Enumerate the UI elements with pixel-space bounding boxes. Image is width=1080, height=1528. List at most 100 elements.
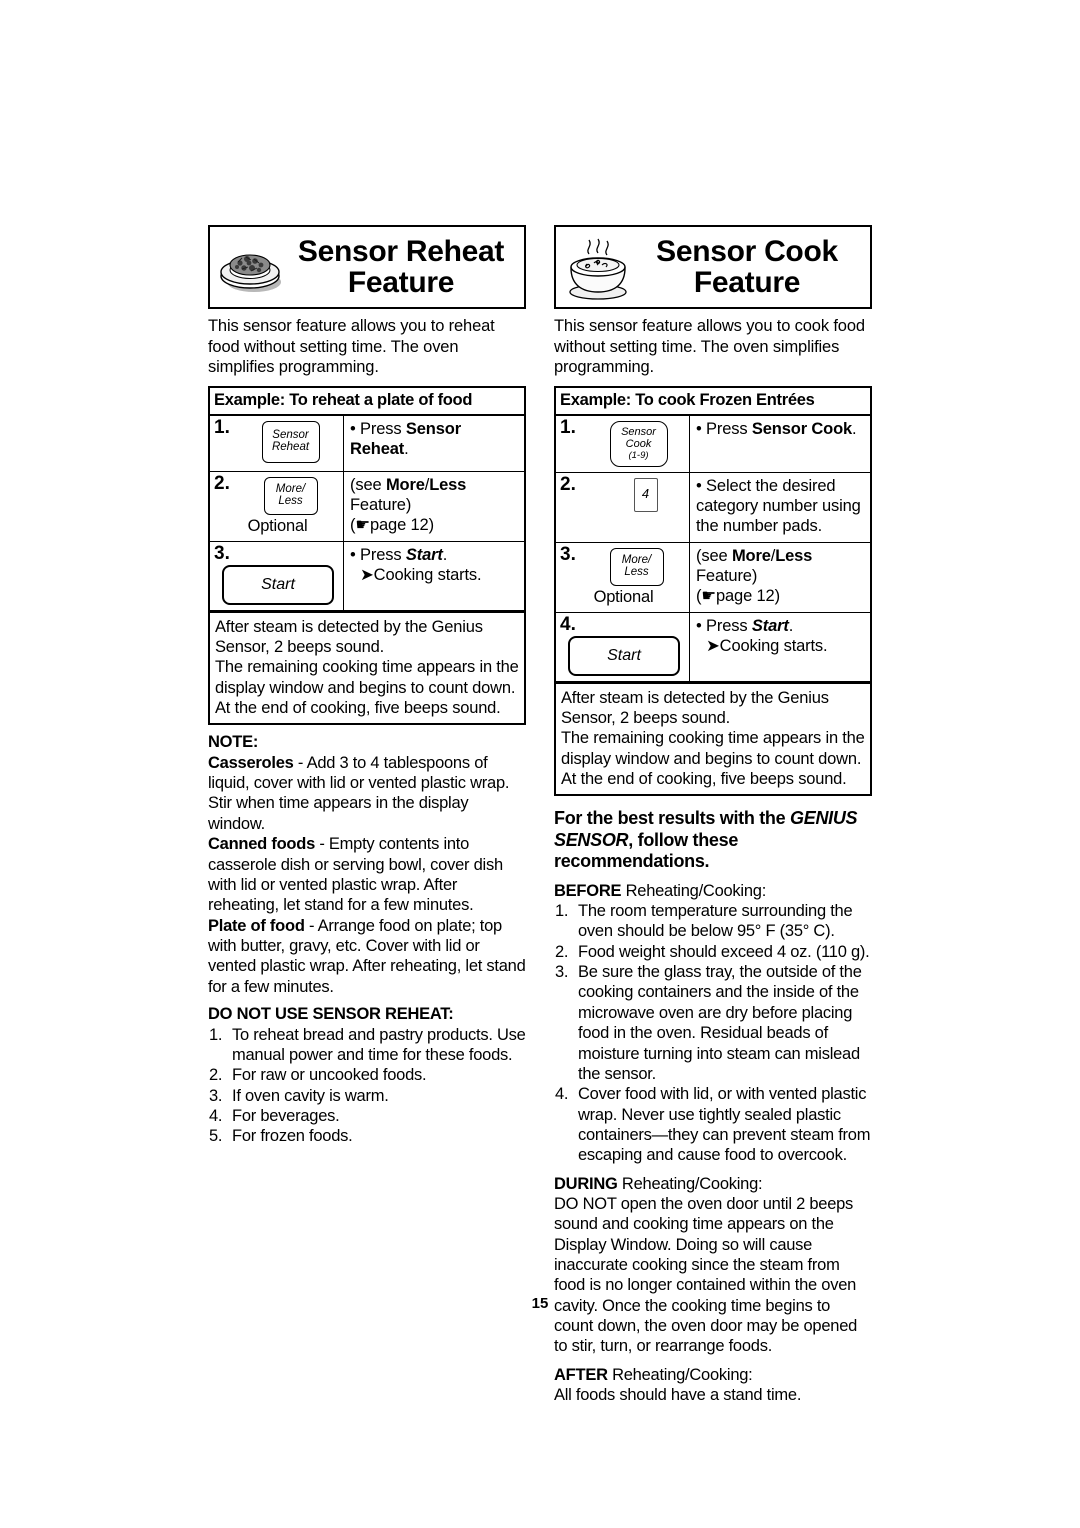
list-item: 5. For frozen foods.	[208, 1126, 526, 1146]
table-row: 2. 4 • Select the desired category numbe…	[556, 472, 870, 543]
during-heading: DURING Reheating/Cooking:	[554, 1175, 872, 1194]
item-text: To reheat bread and pastry products. Use…	[232, 1025, 526, 1064]
item-number: 2.	[209, 1066, 223, 1085]
item-text: Be sure the glass tray, the outside of t…	[578, 963, 862, 1083]
banner-title-line1: Sensor Cook	[656, 234, 838, 268]
banner-title: Sensor Cook Feature	[634, 234, 864, 299]
start-key[interactable]: Start	[222, 564, 334, 605]
list-item: 1. The room temperature surrounding the o…	[554, 901, 872, 942]
key-label-line1: More/	[275, 482, 306, 495]
see-prefix: (see	[696, 546, 732, 565]
note-item: Plate of food - Arrange food on plate; t…	[208, 916, 526, 998]
period: .	[788, 616, 794, 635]
number-pad-4-key[interactable]: 4	[633, 477, 658, 512]
item-text: The room temperature surrounding the ove…	[578, 901, 853, 941]
optional-label: Optional	[593, 587, 654, 606]
during-label: DURING	[554, 1174, 618, 1193]
note-item: Casseroles - Add 3 to 4 tablespoons of l…	[208, 753, 526, 835]
do-not-use-list: 1. To reheat bread and pastry products. U…	[208, 1025, 526, 1147]
feature-line: Feature)	[696, 567, 758, 585]
item-number: 3.	[555, 963, 569, 982]
more-less-key[interactable]: More/ Less	[609, 547, 664, 586]
table-row: 4. Start • Press Start. ➤Cooking starts.	[556, 612, 870, 682]
cooking-starts-line: ➤Cooking starts.	[360, 566, 482, 585]
left-column: Sensor Reheat Feature This sensor featur…	[208, 225, 526, 1147]
item-number: 4.	[209, 1107, 223, 1126]
step-instruction-cell: (see More/Less Feature) (☛page 12)	[344, 472, 524, 541]
item-number: 1.	[209, 1025, 223, 1044]
more-less-key[interactable]: More/ Less	[263, 476, 318, 515]
left-intro-text: This sensor feature allows you to reheat…	[208, 317, 495, 377]
sensor-cook-banner: Sensor Cook Feature	[554, 225, 872, 309]
steaming-bowl-icon	[560, 228, 634, 306]
note-term: Casseroles	[208, 753, 294, 772]
instruction-tail: .	[852, 419, 857, 438]
after-steam-note: After steam is detected by the Genius Se…	[210, 610, 524, 723]
list-item: 2. For raw or uncooked foods.	[208, 1065, 526, 1085]
page-reference: (☛page 12)	[696, 587, 780, 606]
more-bold: More	[731, 546, 771, 565]
less-bold: Less	[429, 475, 467, 494]
table-row: 3. Start • Press Start. ➤Cooking starts.	[210, 541, 524, 611]
step-number: 3.	[214, 542, 230, 564]
list-item: 4. Cover food with lid, or with vented pl…	[554, 1084, 872, 1166]
item-text: For raw or uncooked foods.	[232, 1066, 427, 1085]
start-key[interactable]: Start	[568, 635, 680, 676]
key-graphic-wrap: Start	[214, 564, 341, 605]
do-not-use-heading: DO NOT USE SENSOR REHEAT:	[208, 1005, 454, 1024]
table-row: 2. More/ Less Optional (see More/Less Fe…	[210, 471, 524, 542]
page-reference: (☛page 12)	[350, 516, 434, 535]
table-row: 1. Sensor Reheat • Press Sensor Reheat.	[210, 415, 524, 472]
after-note-line2: The remaining cooking time appears in th…	[215, 658, 519, 717]
step-key-cell: 1. Sensor Reheat	[210, 415, 344, 471]
during-suffix: Reheating/Cooking:	[617, 1174, 763, 1193]
right-intro-text: This sensor feature allows you to cook f…	[554, 317, 865, 377]
key-label-range: (1-9)	[628, 449, 649, 461]
instruction-tail: .	[404, 440, 409, 459]
step-key-cell: 1. Sensor Cook (1-9)	[556, 415, 690, 472]
step-key-cell: 2. More/ Less Optional	[210, 471, 344, 541]
after-heading: AFTER Reheating/Cooking:	[554, 1366, 872, 1385]
item-text: Cover food with lid, or with vented plas…	[578, 1085, 871, 1165]
step-instruction-cell: • Press Start. ➤Cooking starts.	[344, 542, 524, 610]
example-caption: Example: To cook Frozen Entrées	[556, 388, 870, 416]
sensor-cook-key[interactable]: Sensor Cook (1-9)	[609, 420, 668, 467]
item-number: 5.	[209, 1127, 223, 1146]
key-label-line2: Cook	[625, 437, 652, 450]
list-item: 3. If oven cavity is warm.	[208, 1086, 526, 1106]
rec-head-part1: For the best results with the	[554, 808, 791, 829]
key-label-line2: Reheat	[271, 441, 310, 454]
step-key-cell: 4. Start	[556, 612, 690, 681]
item-number: 3.	[209, 1086, 223, 1105]
sensor-reheat-key[interactable]: Sensor Reheat	[261, 420, 320, 463]
after-text: All foods should have a stand time.	[554, 1385, 802, 1404]
manual-page: Sensor Reheat Feature This sensor featur…	[208, 225, 872, 1405]
item-text: If oven cavity is warm.	[232, 1086, 389, 1105]
item-number: 1.	[555, 901, 569, 920]
key-graphic-wrap: More/ Less	[214, 476, 341, 515]
sensor-reheat-banner: Sensor Reheat Feature	[208, 225, 526, 309]
banner-title-line1: Sensor Reheat	[297, 234, 505, 268]
key-graphic-wrap: Sensor Cook (1-9)	[560, 420, 687, 467]
banner-title: Sensor Reheat Feature	[288, 234, 518, 299]
item-text: Food weight should exceed 4 oz. (110 g).	[578, 942, 870, 961]
cooking-starts-line: ➤Cooking starts.	[706, 637, 828, 655]
note-heading: NOTE:	[208, 733, 259, 752]
step-key-cell: 2. 4	[556, 472, 690, 542]
item-number: 2.	[555, 942, 569, 961]
period: .	[442, 545, 448, 564]
table-row: 3. More/ Less Optional (see More/Less Fe…	[556, 542, 870, 613]
note-term: Canned foods	[208, 835, 315, 854]
note-term: Plate of food	[208, 916, 305, 935]
before-suffix: Reheating/Cooking:	[621, 881, 767, 900]
example-caption: Example: To reheat a plate of food	[210, 388, 524, 416]
plate-of-food-icon	[214, 228, 288, 306]
instruction-bold: Sensor Cook	[751, 419, 853, 438]
during-text: DO NOT open the oven door until 2 beeps …	[554, 1194, 858, 1356]
see-prefix: (see	[350, 475, 386, 494]
table-row: 1. Sensor Cook (1-9) • Press Sensor Cook…	[556, 415, 870, 473]
reheat-example-table: Example: To reheat a plate of food 1. Se…	[208, 385, 526, 726]
step-number: 4.	[560, 613, 576, 635]
recommendations-heading: For the best results with the GENIUS SEN…	[554, 808, 872, 873]
instruction-bullet: • Press	[696, 419, 752, 438]
